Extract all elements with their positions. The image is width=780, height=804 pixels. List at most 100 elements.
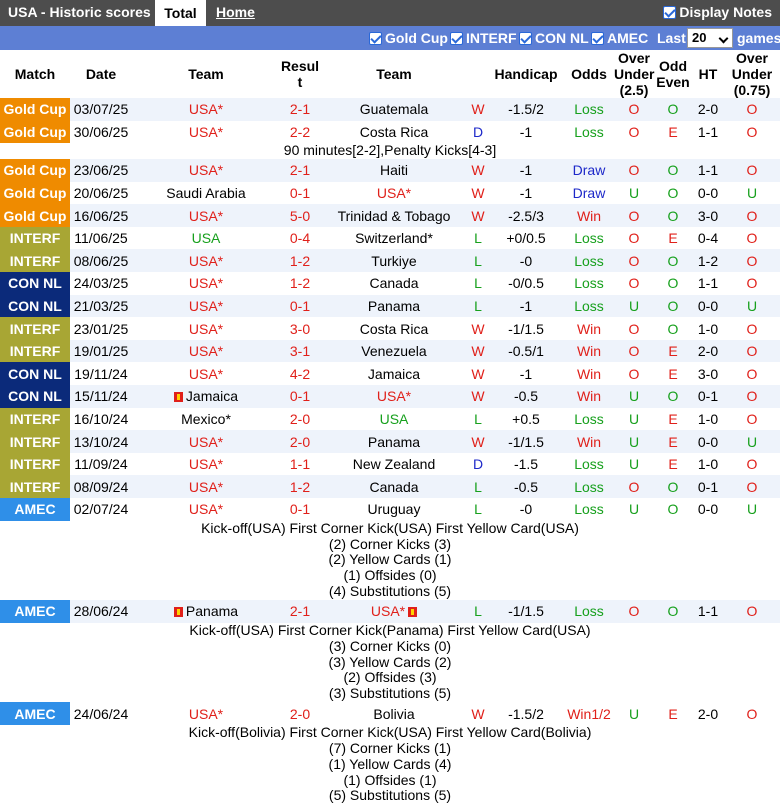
- table-row: CON NL 24/03/25 USA* 1-2 Canada L -0/0.5 Loss O O…: [0, 272, 780, 295]
- odds-result: Loss: [564, 407, 614, 431]
- home-team[interactable]: USA*: [132, 317, 280, 340]
- competition-badge[interactable]: INTERF: [0, 339, 70, 363]
- away-team-text: Costa Rica: [359, 320, 429, 337]
- home-team[interactable]: USA*: [132, 475, 280, 498]
- home-team[interactable]: USA*: [132, 249, 280, 273]
- away-team[interactable]: Trinidad & Tobago: [320, 204, 468, 227]
- home-team[interactable]: Panama: [132, 600, 280, 623]
- away-team[interactable]: USA: [320, 407, 468, 431]
- home-team[interactable]: Mexico*: [132, 407, 280, 431]
- home-team[interactable]: USA*: [132, 98, 280, 121]
- away-team[interactable]: USA*: [320, 600, 468, 623]
- competition-badge[interactable]: INTERF: [0, 430, 70, 453]
- half-time-score-text: 0-0: [697, 184, 719, 201]
- home-team[interactable]: USA*: [132, 430, 280, 453]
- checkbox-icon[interactable]: [591, 32, 604, 45]
- home-team-text: USA*: [188, 162, 224, 179]
- note-line: Kick-off(Bolivia) First Corner Kick(USA)…: [188, 724, 592, 740]
- table-row: CON NL 19/11/24 USA* 4-2 Jamaica W -1 Win O E 3-0 O: [0, 362, 780, 386]
- match-date-text: 16/10/24: [73, 410, 129, 427]
- filter-interf[interactable]: INTERF: [450, 30, 517, 46]
- away-team[interactable]: Haiti: [320, 159, 468, 182]
- home-team[interactable]: USA*: [132, 294, 280, 318]
- filter-gold-cup[interactable]: Gold Cup: [369, 30, 448, 46]
- away-team[interactable]: Costa Rica: [320, 120, 468, 144]
- tab-total[interactable]: Total: [155, 0, 206, 26]
- note-line: (1) Offsides (0): [343, 567, 437, 584]
- competition-badge[interactable]: AMEC: [0, 498, 70, 521]
- away-team[interactable]: Canada: [320, 475, 468, 498]
- competition-badge[interactable]: Gold Cup: [0, 98, 70, 121]
- competition-badge[interactable]: Gold Cup: [0, 204, 70, 227]
- away-team[interactable]: Canada: [320, 272, 468, 295]
- home-team[interactable]: USA: [132, 226, 280, 250]
- over-under-075-text: O: [746, 230, 758, 247]
- home-team[interactable]: USA*: [132, 339, 280, 363]
- competition-badge[interactable]: CON NL: [0, 385, 70, 408]
- odds-result-text: Win: [576, 433, 602, 450]
- competition-badge[interactable]: AMEC: [0, 702, 70, 725]
- competition-badge[interactable]: INTERF: [0, 452, 70, 476]
- filter-con-nl[interactable]: CON NL: [519, 30, 589, 46]
- away-team[interactable]: Jamaica: [320, 362, 468, 386]
- table-row: INTERF 13/10/24 USA* 2-0 Panama W -1/1.5 Win U E 0…: [0, 430, 780, 453]
- away-team[interactable]: USA*: [320, 385, 468, 408]
- home-team[interactable]: USA*: [132, 362, 280, 386]
- last-games-select[interactable]: 20: [687, 28, 733, 48]
- score: 3-0: [280, 317, 320, 340]
- checkbox-icon[interactable]: [369, 32, 382, 45]
- home-team[interactable]: Jamaica: [132, 385, 280, 408]
- home-team[interactable]: USA*: [132, 452, 280, 476]
- competition-badge[interactable]: INTERF: [0, 249, 70, 273]
- filter-amec[interactable]: AMEC: [591, 30, 648, 46]
- score-text: 2-0: [289, 410, 311, 427]
- competition-badge[interactable]: Gold Cup: [0, 120, 70, 144]
- odds-result-text: Loss: [574, 478, 604, 495]
- competition-badge[interactable]: INTERF: [0, 317, 70, 340]
- home-team[interactable]: USA*: [132, 702, 280, 725]
- checkbox-icon[interactable]: [519, 32, 532, 45]
- home-team[interactable]: USA*: [132, 498, 280, 521]
- display-notes-checkbox[interactable]: [663, 6, 677, 19]
- competition-badge[interactable]: CON NL: [0, 294, 70, 318]
- home-team[interactable]: USA*: [132, 272, 280, 295]
- competition-badge[interactable]: Gold Cup: [0, 181, 70, 205]
- competition-badge[interactable]: INTERF: [0, 475, 70, 498]
- away-team[interactable]: Guatemala: [320, 98, 468, 121]
- over-under-075-text: O: [746, 478, 758, 495]
- competition-badge[interactable]: Gold Cup: [0, 159, 70, 182]
- home-team[interactable]: USA*: [132, 120, 280, 144]
- result-letter: W: [468, 430, 488, 453]
- score: 2-0: [280, 702, 320, 725]
- away-team[interactable]: USA*: [320, 181, 468, 205]
- away-team[interactable]: Switzerland*: [320, 226, 468, 250]
- result-letter: D: [468, 120, 488, 144]
- away-team[interactable]: Venezuela: [320, 339, 468, 363]
- away-team[interactable]: Panama: [320, 294, 468, 318]
- odds-result-text: Win: [576, 365, 602, 382]
- competition-badge[interactable]: CON NL: [0, 362, 70, 386]
- home-team[interactable]: USA*: [132, 159, 280, 182]
- competition-badge[interactable]: INTERF: [0, 226, 70, 250]
- away-team[interactable]: Bolivia: [320, 702, 468, 725]
- home-team-text: USA*: [188, 343, 224, 360]
- handicap-value: -1.5: [488, 452, 564, 476]
- over-under-075-text: O: [746, 320, 758, 337]
- col-handicap: Handicap: [488, 50, 564, 98]
- result-letter-text: W: [471, 320, 485, 337]
- competition-badge[interactable]: AMEC: [0, 600, 70, 623]
- display-notes-toggle[interactable]: Display Notes: [663, 4, 772, 20]
- competition-badge[interactable]: INTERF: [0, 407, 70, 431]
- competition-badge[interactable]: CON NL: [0, 272, 70, 295]
- half-time-score-text: 0-0: [697, 433, 719, 450]
- away-team[interactable]: Uruguay: [320, 498, 468, 521]
- away-team[interactable]: Costa Rica: [320, 317, 468, 340]
- note-line: Kick-off(USA) First Corner Kick(Panama) …: [189, 622, 591, 638]
- home-team[interactable]: USA*: [132, 204, 280, 227]
- checkbox-icon[interactable]: [450, 32, 463, 45]
- tab-home[interactable]: Home: [216, 4, 255, 20]
- home-team[interactable]: Saudi Arabia: [132, 181, 280, 205]
- away-team[interactable]: New Zealand: [320, 452, 468, 476]
- away-team[interactable]: Panama: [320, 430, 468, 453]
- away-team[interactable]: Turkiye: [320, 249, 468, 273]
